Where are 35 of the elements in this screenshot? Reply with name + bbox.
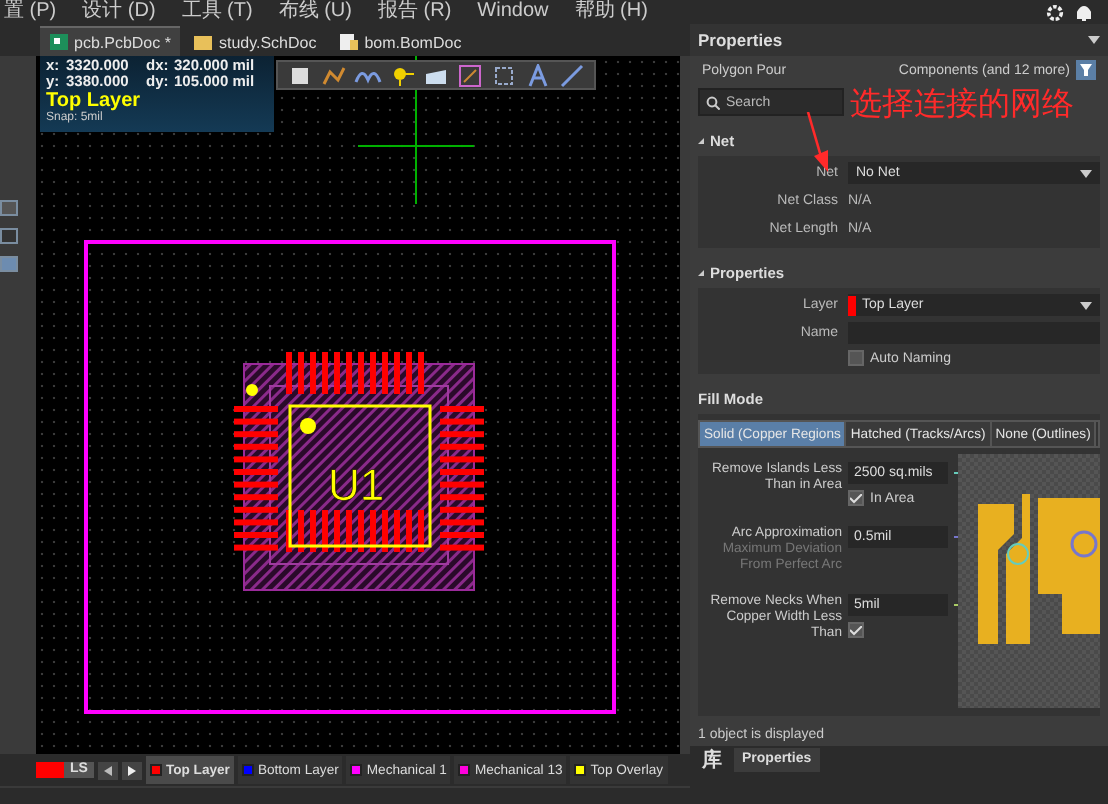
menu-item[interactable]: 工具 (T) [181,0,253,24]
previous-button[interactable] [97,761,118,779]
designator-label: U1 [327,460,385,510]
caret-icon [1080,169,1092,177]
pcb-file-icon [50,34,68,50]
menu-item[interactable]: 置 (P) [4,0,57,24]
caret-icon [1080,301,1092,309]
panel-title: Properties [698,30,783,50]
menu-item[interactable]: Window [477,0,549,24]
next-button[interactable] [121,761,142,779]
current-layer-swatch [36,762,66,778]
search-icon [706,95,720,109]
line-icon[interactable] [556,63,588,87]
annotation-arrow [806,112,834,174]
folder-icon [194,34,213,50]
bell-icon[interactable] [1076,3,1092,21]
dropdown-icon[interactable] [1088,36,1100,44]
menu-item[interactable]: 设计 (D) [82,0,156,24]
annotation-text: 选择连接的网络 [850,84,1074,126]
polygon-icon[interactable] [454,63,486,87]
document-icon [340,34,359,50]
settings-icon[interactable] [1046,3,1064,21]
menu-item[interactable]: 报告 (R) [378,0,452,24]
left-arrow-icon [103,765,112,775]
right-arrow-icon [127,765,136,775]
crosshair-icon [357,56,475,205]
document-tab[interactable]: pcb.PcbDoc * [40,26,181,56]
menu-item[interactable]: 帮助 (H) [574,0,648,24]
checkbox[interactable] [848,490,864,506]
route-icon[interactable] [318,63,350,87]
filter-button[interactable] [1076,60,1096,80]
checkbox[interactable] [848,350,864,366]
layer-name: Top Layer [46,90,143,112]
menu-item[interactable]: 布线 (U) [278,0,352,24]
checkbox[interactable] [848,622,864,638]
